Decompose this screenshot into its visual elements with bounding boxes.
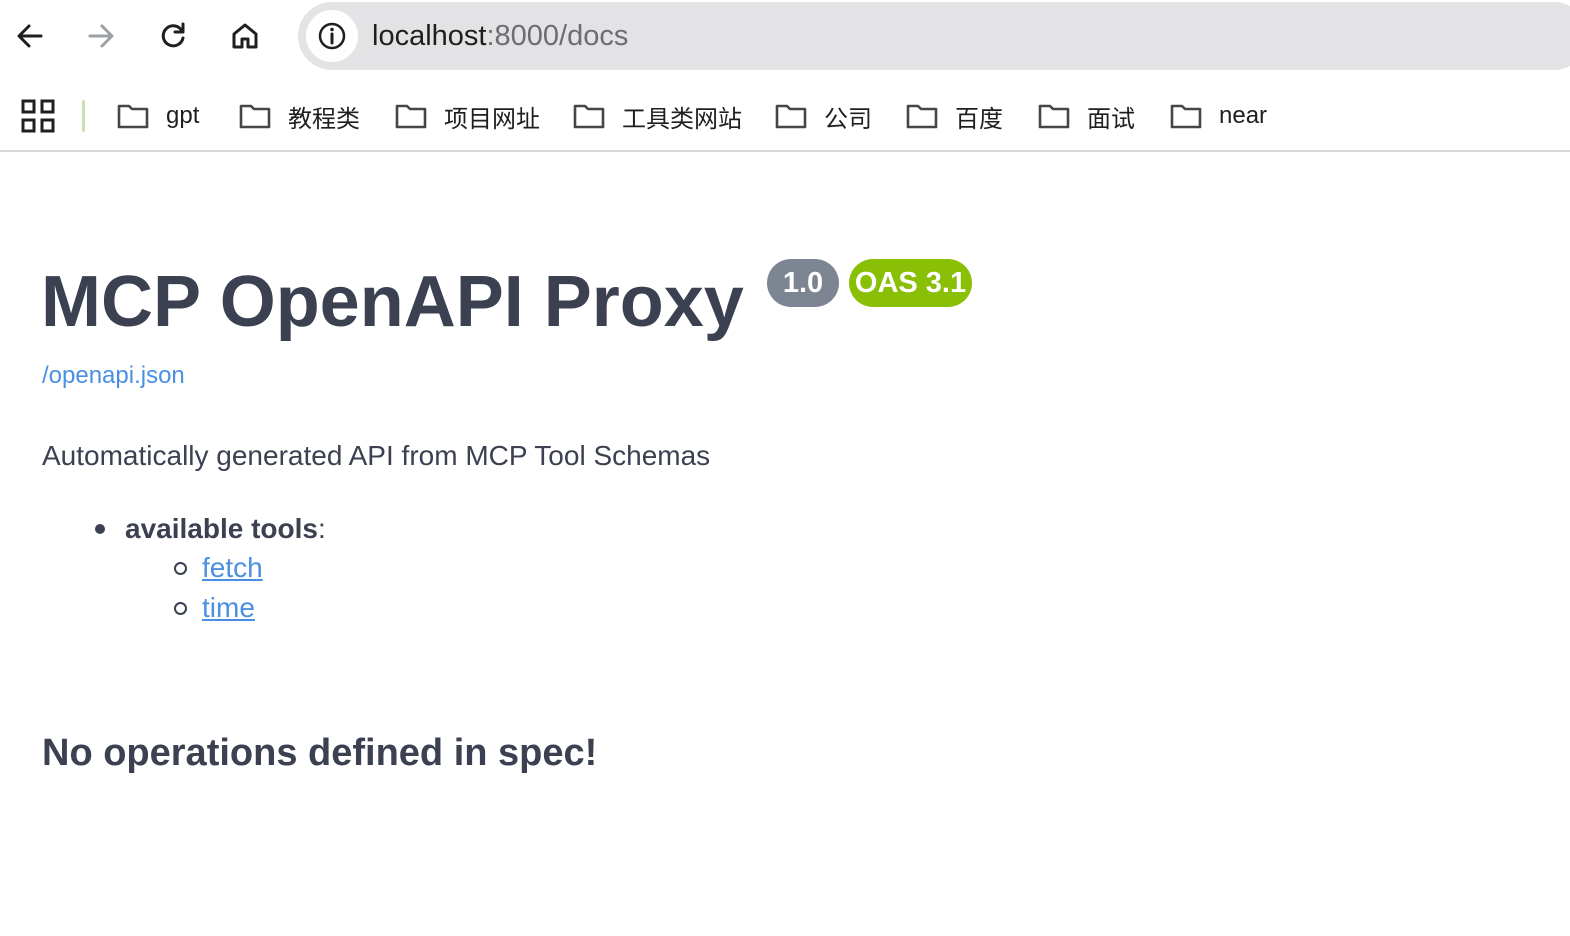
folder-icon (1038, 104, 1070, 129)
bookmark-label: 公司 (824, 105, 872, 133)
browser-toolbar: localhost:8000/docs (0, 0, 1570, 72)
folder-icon (1170, 104, 1202, 129)
bookmark-label: 面试 (1087, 105, 1135, 133)
bookmark-label: 百度 (955, 105, 1003, 133)
address-bar[interactable]: localhost:8000/docs (298, 2, 1570, 70)
bookmarks-divider (82, 100, 85, 132)
bookmark-folder-baidu[interactable]: 百度 (905, 98, 1003, 134)
folder-icon (239, 104, 271, 129)
bullet-circle-icon (174, 561, 187, 575)
bookmark-folder-projects[interactable]: 项目网址 (394, 98, 540, 134)
tool-link-fetch[interactable]: fetch (202, 552, 263, 584)
version-badge: 1.0 (767, 259, 839, 307)
oas-badge: OAS 3.1 (849, 259, 972, 307)
folder-icon (573, 104, 605, 129)
bullet-disc-icon (95, 524, 105, 534)
bookmark-folder-interview[interactable]: 面试 (1037, 98, 1135, 134)
api-description: Automatically generated API from MCP Too… (42, 440, 711, 471)
bookmarks-bar: gpt 教程类 项目网址 工具类网站 公司 百度 面试 near (0, 78, 1570, 150)
tool-link-time[interactable]: time (202, 592, 255, 624)
bookmark-label: near (1219, 102, 1268, 129)
bookmark-label: 工具类网站 (622, 105, 742, 133)
available-tools-item: available tools : (92, 512, 326, 546)
available-tools-colon: : (317, 513, 326, 544)
bookmark-label: gpt (166, 102, 200, 129)
folder-icon (775, 104, 807, 129)
home-button[interactable] (221, 12, 269, 60)
url-text[interactable]: localhost:8000/docs (372, 18, 628, 54)
url-host: localhost (372, 20, 487, 52)
bookmark-label: 项目网址 (444, 105, 540, 133)
forward-button[interactable] (77, 12, 125, 60)
apps-grid-icon[interactable] (20, 98, 56, 134)
arrow-right-icon (88, 24, 114, 48)
reload-icon (161, 22, 185, 48)
available-tools-label: available tools (125, 513, 318, 544)
url-path: :8000/docs (486, 20, 629, 52)
info-icon (318, 22, 346, 50)
bookmark-folder-gpt[interactable]: gpt (116, 98, 199, 134)
bookmark-folder-tutorials[interactable]: 教程类 (238, 98, 360, 134)
folder-icon (395, 104, 427, 129)
site-info-button[interactable] (306, 10, 358, 62)
back-button[interactable] (6, 12, 54, 60)
tool-list-item: time (172, 590, 255, 626)
bullet-circle-icon (174, 601, 187, 615)
page-title: MCP OpenAPI Proxy (41, 262, 744, 342)
home-icon (232, 23, 258, 49)
no-operations-message: No operations defined in spec! (42, 732, 598, 774)
arrow-left-icon (17, 24, 43, 48)
reload-button[interactable] (149, 12, 197, 60)
bookmark-folder-near[interactable]: near (1169, 98, 1267, 134)
openapi-spec-link[interactable]: /openapi.json (42, 362, 185, 390)
bookmark-folder-company[interactable]: 公司 (774, 98, 872, 134)
folder-icon (906, 104, 938, 129)
bookmark-folder-tools[interactable]: 工具类网站 (572, 98, 742, 134)
tool-list-item: fetch (172, 550, 263, 586)
bookmark-label: 教程类 (288, 105, 360, 133)
toolbar-divider (0, 150, 1570, 152)
folder-icon (117, 104, 149, 129)
